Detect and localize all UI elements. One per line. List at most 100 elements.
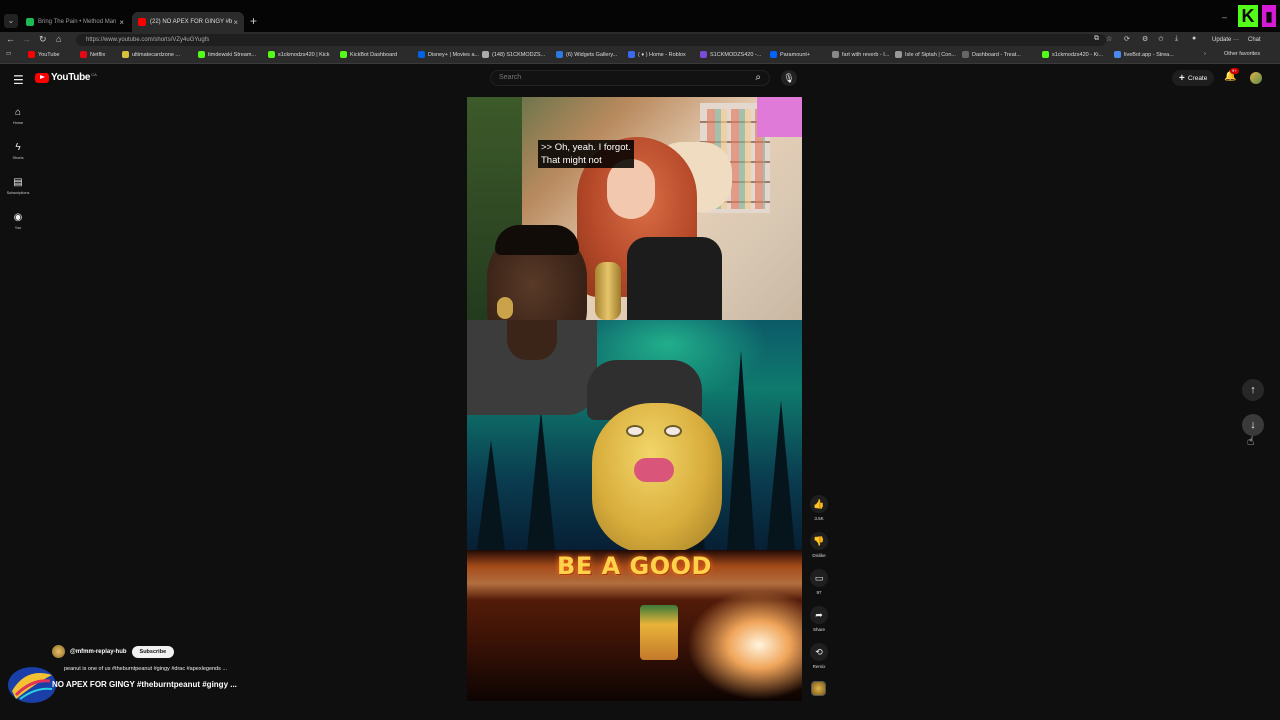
split-screen-icon[interactable]: ⚙: [1142, 35, 1148, 43]
mouse-cursor-icon: ☝: [1247, 434, 1255, 448]
like-action[interactable]: 👍 3.5K: [808, 495, 830, 521]
share-action[interactable]: ➦ Share: [808, 606, 830, 632]
bookmark-favicon-icon: [340, 51, 347, 58]
bookmark-item[interactable]: timdewski Stream...: [198, 51, 256, 58]
next-short-button[interactable]: ↓: [1242, 414, 1264, 436]
minimize-icon[interactable]: –: [1222, 12, 1227, 22]
bookmark-item[interactable]: s1ckmodzs420 | Kick: [268, 51, 330, 58]
voice-search-icon[interactable]: 🎙: [781, 70, 797, 86]
url-field[interactable]: https://www.youtube.com/shorts/VZy4uGYug…: [76, 34, 1106, 46]
video-title[interactable]: NO APEX FOR GINGY #theburntpeanut #gingy…: [52, 680, 237, 689]
plus-icon: +: [1179, 72, 1185, 84]
tab-title: (22) NO APEX FOR GINGY #b: [150, 19, 233, 25]
reload-icon[interactable]: ↻: [39, 34, 47, 45]
bookmark-item[interactable]: YouTube: [28, 51, 60, 58]
remix-icon[interactable]: ⟲: [810, 643, 828, 661]
bookmark-item[interactable]: (6) Widgets Gallery...: [556, 51, 617, 58]
bookmark-favicon-icon: [962, 51, 969, 58]
bookmark-item[interactable]: KickBot Dashboard: [340, 51, 397, 58]
new-tab-button[interactable]: +: [250, 14, 257, 28]
browser-tab-youtube[interactable]: (22) NO APEX FOR GINGY #b ×: [132, 12, 244, 32]
update-button[interactable]: Update ···: [1208, 34, 1243, 46]
guide-item-you[interactable]: ◉ You: [0, 203, 36, 238]
search-icon[interactable]: ⌕: [755, 72, 761, 83]
channel-handle[interactable]: @mfmm-replay-hub: [70, 649, 127, 655]
bookmark-label: Isle of Siptah | Con...: [905, 51, 956, 58]
sound-thumbnail[interactable]: [811, 681, 826, 696]
channel-avatar[interactable]: [52, 645, 65, 658]
bookmark-favicon-icon: [770, 51, 777, 58]
guide-label: Home: [12, 120, 24, 125]
browser-tab-music[interactable]: Bring The Pain • Method Man ×: [20, 12, 130, 32]
channel-overlay-logo: [8, 667, 56, 703]
dislike-action[interactable]: 👎 Dislike: [808, 532, 830, 558]
bookmark-item[interactable]: S1CKMODZS420 -...: [700, 51, 761, 58]
bookmark-item[interactable]: s1ckmodzs420 - Ki...: [1042, 51, 1103, 58]
bookmark-item[interactable]: Dashboard - Treat...: [962, 51, 1021, 58]
guide-item-shorts[interactable]: ϟ Shorts: [0, 133, 36, 168]
subscribe-button[interactable]: Subscribe: [131, 645, 175, 658]
address-toolbar: ← → ↻ ⌂ https://www.youtube.com/shorts/V…: [0, 32, 1280, 48]
previous-short-button[interactable]: ↑: [1242, 379, 1264, 401]
second-streamer-hair: [495, 225, 579, 255]
spotify-icon: [26, 18, 34, 26]
dislike-icon[interactable]: 👎: [810, 532, 828, 550]
bookmark-item[interactable]: Netflix: [80, 51, 105, 58]
search-input[interactable]: Search: [499, 74, 521, 81]
favorite-star-icon[interactable]: ☆: [1106, 35, 1112, 43]
bookmark-favicon-icon: [628, 51, 635, 58]
back-icon[interactable]: ←: [6, 34, 15, 44]
bookmark-favicon-icon: [80, 51, 87, 58]
share-icon[interactable]: ➦: [810, 606, 828, 624]
streamer-body: [627, 237, 722, 320]
bookmark-item[interactable]: (148) S1CKMODZS...: [482, 51, 545, 58]
bookmark-item[interactable]: liveBot.app - Strea...: [1114, 51, 1174, 58]
tab-search-button[interactable]: ⌄: [4, 14, 18, 28]
shorts-video-player[interactable]: >> Oh, yeah. I forgot. That might not BE…: [467, 97, 802, 701]
like-icon[interactable]: 👍: [810, 495, 828, 513]
tab-title: Bring The Pain • Method Man: [38, 19, 117, 25]
other-favorites-folder[interactable]: Other favorites: [1224, 51, 1260, 57]
remix-action[interactable]: ⟲ Remix: [808, 643, 830, 669]
youtube-logo[interactable]: YouTube CA: [35, 72, 97, 83]
install-app-icon[interactable]: ⧉: [1094, 35, 1099, 43]
close-tab-icon[interactable]: ×: [233, 18, 238, 27]
bookmark-item[interactable]: Paramount+: [770, 51, 810, 58]
video-description[interactable]: peanut is one of us #theburntpeanut #gin…: [64, 666, 227, 672]
menu-icon[interactable]: ☰: [13, 73, 24, 87]
forward-icon[interactable]: →: [22, 34, 31, 44]
fire-glow: [687, 590, 802, 700]
create-button[interactable]: + Create: [1172, 70, 1215, 86]
comments-action[interactable]: ▭ 97: [808, 569, 830, 595]
bookmark-item[interactable]: ( ♦ ) Home - Roblox: [628, 51, 686, 58]
bookmarks-overflow-icon[interactable]: ›: [1204, 51, 1206, 57]
profile-icon[interactable]: ●: [1192, 35, 1196, 42]
bookmark-favicon-icon: [418, 51, 425, 58]
downloads-icon[interactable]: ⤓: [1175, 35, 1178, 43]
guide-item-subscriptions[interactable]: ▤ Subscriptions: [0, 168, 36, 203]
guide-item-home[interactable]: ⌂ Home: [0, 98, 36, 133]
bookmark-item[interactable]: Isle of Siptah | Con...: [895, 51, 956, 58]
bookmark-item[interactable]: ultimatecardzone ...: [122, 51, 180, 58]
bookmark-item[interactable]: Disney+ | Movies a...: [418, 51, 479, 58]
guide-label: Shorts: [12, 155, 24, 160]
account-avatar[interactable]: [1250, 72, 1262, 84]
bookmark-label: (6) Widgets Gallery...: [566, 51, 618, 58]
mini-guide: ⌂ Home ϟ Shorts ▤ Subscriptions ◉ You: [0, 98, 36, 238]
close-tab-icon[interactable]: ×: [119, 18, 124, 27]
overlay-text: BE A GOOD: [557, 552, 712, 580]
closed-caption: >> Oh, yeah. I forgot. That might not: [538, 140, 634, 168]
extension-icon[interactable]: ⟳: [1124, 35, 1130, 43]
bookmark-favicon-icon: [832, 51, 839, 58]
bookmark-label: timdewski Stream...: [208, 51, 256, 58]
peanut-eye: [664, 425, 682, 437]
favorites-icon[interactable]: ✩: [1158, 35, 1164, 43]
search-box[interactable]: Search ⌕: [490, 70, 770, 86]
bookmark-item[interactable]: fart with reverb - I...: [832, 51, 889, 58]
copilot-chat-button[interactable]: Chat: [1248, 34, 1261, 46]
stream-frame-top: >> Oh, yeah. I forgot. That might not: [467, 97, 802, 354]
kick-logo-secondary: ▮: [1262, 5, 1276, 27]
home-button-icon[interactable]: ⌂: [56, 34, 61, 44]
comment-icon[interactable]: ▭: [810, 569, 828, 587]
bookmarks-menu-icon[interactable]: ▭: [6, 51, 11, 57]
